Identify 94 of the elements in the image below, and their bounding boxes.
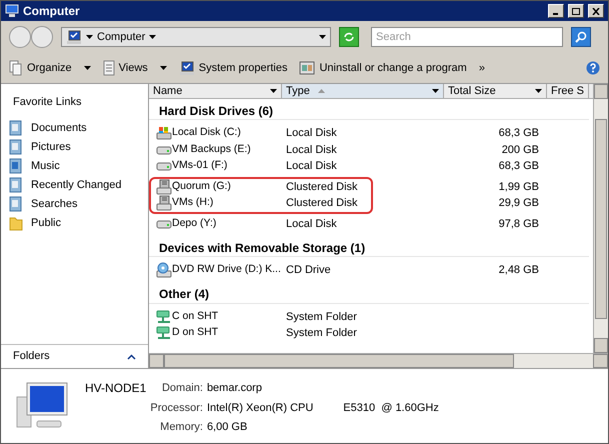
pane-heading: Favorite Links <box>12 95 82 110</box>
address-bar[interactable]: Computer <box>61 27 331 47</box>
program-window-icon <box>299 60 316 76</box>
caret-icon <box>535 89 542 93</box>
document-folder-icon <box>9 139 23 155</box>
computer-icon <box>5 4 19 18</box>
table-cell-text: 97,8 GB <box>498 216 539 232</box>
table-cell-text: Local Disk <box>285 142 338 158</box>
folder-icon <box>9 215 23 231</box>
drive-icon <box>156 218 172 229</box>
drive-icon <box>156 126 172 140</box>
group-heading[interactable]: Other (4) <box>149 286 589 304</box>
drive-icon <box>156 144 172 155</box>
detail-value: Intel(R) Xeon(R) CPU <box>206 400 314 416</box>
search-field[interactable]: Search <box>371 27 563 47</box>
close-button[interactable] <box>588 4 604 18</box>
favorite-link[interactable]: Documents <box>1 118 148 138</box>
maximize-button[interactable] <box>568 4 584 18</box>
detail-value: bemar.corp <box>206 381 262 396</box>
drive-name[interactable]: VM Backups (E:) <box>151 142 282 158</box>
column-header[interactable]: Free S <box>547 84 590 98</box>
table-cell-text: 200 GB <box>502 142 539 158</box>
detail-label: Processor: <box>150 400 203 416</box>
toolbar-button[interactable]: Organize <box>9 60 91 76</box>
favorite-link[interactable]: Music <box>1 156 148 176</box>
table-cell-text: Clustered Disk <box>285 180 359 194</box>
music-icon <box>9 158 23 174</box>
caret-icon <box>319 35 326 39</box>
drive-name[interactable]: Local Disk (C:) <box>151 125 282 142</box>
table-cell-text: Local Disk <box>285 126 338 141</box>
window-title: Computer <box>23 3 81 20</box>
drive-name[interactable]: DVD RW Drive (D:) K... <box>151 262 282 278</box>
refresh-button[interactable] <box>339 27 359 47</box>
caret-icon <box>432 89 439 93</box>
server-drive-icon <box>156 195 172 212</box>
favorite-link[interactable]: Pictures <box>1 138 148 156</box>
drive-icon <box>156 161 172 172</box>
caret-icon <box>270 89 277 93</box>
detail-value: 6,00 GB <box>206 420 248 435</box>
caret-icon <box>149 35 156 39</box>
breadcrumb[interactable]: Computer <box>97 28 146 46</box>
network-drive-icon <box>156 326 172 340</box>
detail-label: Domain: <box>160 381 203 396</box>
favorite-link[interactable]: Recently Changed <box>1 176 148 194</box>
network-drive-icon <box>156 310 172 324</box>
group-heading[interactable]: Hard Disk Drives (6) <box>149 102 589 120</box>
drive-name[interactable]: D on SHT <box>151 325 282 342</box>
table-cell-text: 29,9 GB <box>498 196 539 211</box>
toolbar-button[interactable]: » <box>478 60 485 76</box>
table-cell-text: Clustered Disk <box>285 196 359 211</box>
detail-value: E5310 @ 1.60GHz <box>343 400 439 416</box>
monitor-check-icon <box>178 60 195 76</box>
table-cell-text: 68,3 GB <box>498 126 539 141</box>
drive-name[interactable]: Quorum (G:) <box>151 178 282 195</box>
minimize-button[interactable] <box>548 4 564 18</box>
column-header[interactable]: Total Size <box>444 84 547 98</box>
server-drive-icon <box>156 178 172 195</box>
detail-label: Memory: <box>159 420 203 435</box>
group-heading[interactable]: Devices with Removable Storage (1) <box>149 239 589 257</box>
sort-arrow-icon <box>318 88 325 93</box>
table-cell-text: CD Drive <box>285 263 332 278</box>
table-cell-text: 2,48 GB <box>498 263 539 278</box>
table-cell-text: 68,3 GB <box>498 159 539 174</box>
monitor-check-icon <box>66 29 82 45</box>
caret-icon <box>86 35 93 39</box>
toolbar-button[interactable]: Views <box>102 60 167 76</box>
table-cell-text: System Folder <box>285 326 358 341</box>
drive-name[interactable]: VMs-01 (F:) <box>151 158 282 174</box>
document-folder-icon <box>9 120 23 136</box>
search-icon <box>575 31 587 43</box>
drive-name[interactable]: Depo (Y:) <box>151 216 282 232</box>
toolbar-button[interactable]: System properties <box>178 60 288 76</box>
table-cell-text: Local Disk <box>285 159 338 174</box>
list-view-icon <box>102 60 115 76</box>
favorite-link[interactable]: Public <box>1 214 148 232</box>
toolbar-button[interactable]: Uninstall or change a program <box>299 60 467 76</box>
table-cell-text: System Folder <box>285 310 358 324</box>
favorite-link[interactable]: Searches <box>1 194 148 214</box>
help-icon[interactable] <box>586 61 600 75</box>
table-cell-text: 1,99 GB <box>498 180 539 194</box>
drive-name[interactable]: C on SHT <box>151 308 282 325</box>
column-header[interactable]: Type <box>282 84 444 98</box>
maximize-icon <box>572 8 580 14</box>
close-icon <box>592 8 600 14</box>
refresh-icon <box>343 31 355 43</box>
drive-name[interactable]: VMs (H:) <box>151 195 282 212</box>
vertical-scrollbar[interactable] <box>593 84 608 353</box>
dvd-drive-icon <box>156 262 172 278</box>
search-button[interactable] <box>571 27 591 47</box>
horizontal-scrollbar[interactable] <box>149 353 608 368</box>
pages-icon <box>9 60 23 76</box>
chevron-up-icon <box>127 354 136 360</box>
table-cell-text: Local Disk <box>285 216 338 232</box>
computer-name: HV-NODE1 <box>85 380 146 397</box>
